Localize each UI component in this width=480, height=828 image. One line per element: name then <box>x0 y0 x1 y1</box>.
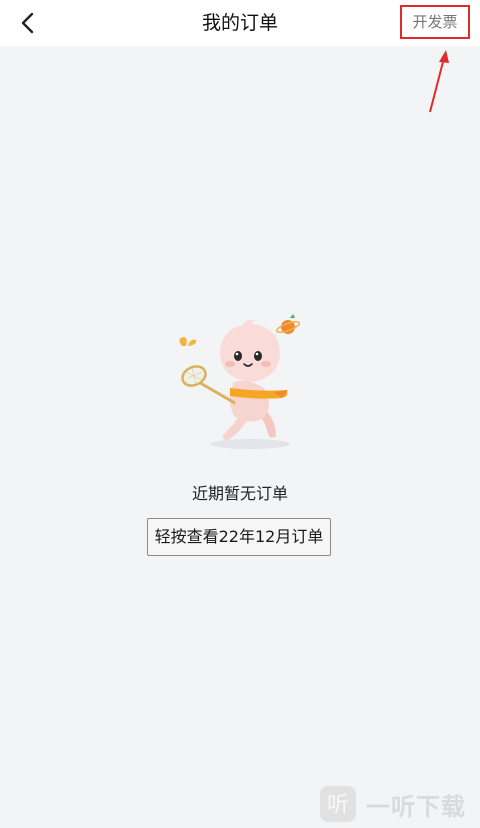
top-nav-bar: 我的订单 开发票 <box>0 0 480 46</box>
watermark-text: 一听下载 <box>366 792 466 821</box>
watermark-logo-icon: 听 <box>320 786 356 822</box>
mascot-with-net-illustration <box>179 314 301 449</box>
view-history-orders-button[interactable]: 轻按查看22年12月订单 <box>147 518 331 556</box>
butterfly-icon <box>179 337 197 346</box>
annotation-arrow-icon <box>429 50 449 113</box>
invoice-button[interactable]: 开发票 <box>400 5 470 39</box>
svg-text:听: 听 <box>327 793 349 818</box>
planet-icon <box>275 314 301 334</box>
empty-state-message: 近期暂无订单 <box>191 484 288 503</box>
watermark: 听 一听下载 <box>318 782 466 826</box>
